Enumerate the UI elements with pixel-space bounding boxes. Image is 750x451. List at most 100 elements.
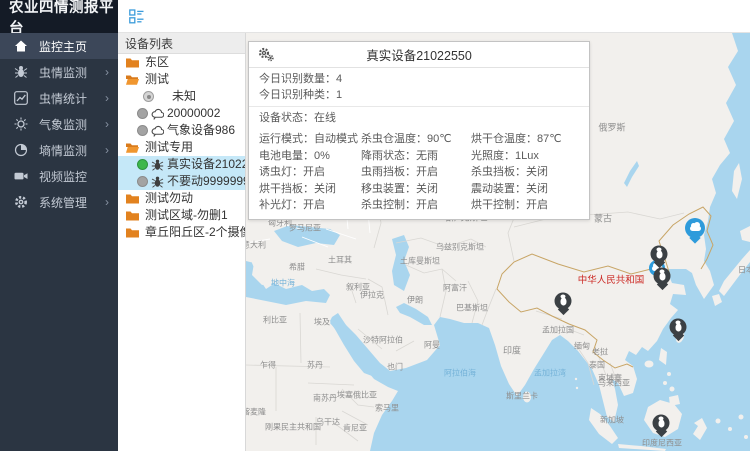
tree-folder[interactable]: 测试	[118, 71, 245, 88]
device-status: 设备状态：在线	[259, 110, 589, 126]
map-label-country: 喀麦隆	[246, 407, 266, 418]
stat-species: 今日识别种类：1	[259, 87, 589, 103]
folder-open-icon	[126, 74, 139, 85]
insect-device-marker[interactable]	[654, 268, 671, 285]
unknown-device-icon	[143, 91, 154, 102]
device-info-popup: 真实设备21022550 今日识别数量：4 今日识别种类：1 设备状态：在线 运…	[248, 41, 590, 220]
bug-icon	[659, 272, 665, 280]
popup-header: 真实设备21022550	[249, 42, 589, 68]
tree-device-selected[interactable]: 不要动99999999	[118, 173, 245, 190]
map-label-country: 巴基斯坦	[456, 303, 488, 314]
popup-title: 真实设备21022550	[366, 45, 472, 64]
map-label-country: 缅甸	[574, 341, 590, 352]
map-label-china: 中华人民共和国	[578, 272, 645, 286]
sidebar-item-soil-monitor[interactable]: 墒情监测	[0, 137, 118, 163]
tree-device[interactable]: 气象设备986	[118, 122, 245, 139]
map-label-country: 老挝	[592, 347, 608, 358]
tree-folder[interactable]: 测试专用	[118, 139, 245, 156]
popup-daily-stats: 今日识别数量：4 今日识别种类：1	[249, 68, 589, 107]
settings-cogs-icon[interactable]	[258, 47, 274, 62]
insect-device-marker[interactable]	[555, 293, 572, 310]
weather-device-marker[interactable]	[685, 218, 705, 238]
chart-icon	[14, 91, 28, 105]
tree-device[interactable]: 20000002	[118, 105, 245, 122]
map-label-country: 罗马尼亚	[289, 223, 321, 234]
grid-cell: 烘干控制：开启	[471, 197, 589, 214]
map-label-country: 斯里兰卡	[506, 391, 538, 402]
sidebar-item-system-settings[interactable]: 系统管理	[0, 189, 118, 215]
org-list-icon[interactable]	[129, 9, 144, 24]
tree-folder[interactable]: 章丘阳丘区-2个摄像头	[118, 224, 245, 241]
sun-icon	[14, 117, 28, 131]
globe-icon	[14, 143, 28, 157]
map-label-country: 乌兹别克斯坦	[436, 242, 484, 253]
tree-folder[interactable]: 测试区域-勿删1	[118, 207, 245, 224]
grid-cell: 杀虫控制：开启	[361, 197, 471, 214]
map-label-country: 叙利亚	[346, 282, 370, 293]
sidebar-item-monitor-home[interactable]: 监控主页	[0, 33, 118, 59]
grid-cell: 运行模式：自动模式	[259, 131, 361, 148]
map-label-country: 苏丹	[307, 360, 323, 371]
marker-tail	[672, 330, 683, 341]
tree-device[interactable]: 未知	[118, 88, 245, 105]
bug-icon	[658, 419, 664, 427]
marker-tail	[557, 304, 568, 315]
marker-tail	[655, 426, 666, 437]
grid-cell: 降雨状态：无雨	[361, 148, 471, 165]
device-list-panel: 设备列表 东区 测试 未知 20000002 气象设备986 测试专用	[118, 33, 246, 451]
app-window: 农业四情测报平台 监控主页	[0, 0, 750, 451]
grid-cell: 杀虫仓温度：90℃	[361, 131, 471, 148]
map-label-country: 孟加拉国	[542, 325, 574, 336]
map-label-country: 土库曼斯坦	[400, 256, 440, 267]
tree-device-selected[interactable]: 真实设备21022550	[118, 156, 245, 173]
map[interactable]: 俄罗斯蒙古哈萨克斯坦中华人民共和国乌兹别克斯坦土库曼斯坦阿富汗巴基斯坦伊朗伊拉克…	[246, 33, 750, 451]
bug-icon	[656, 250, 662, 258]
map-label-country: 日本	[738, 265, 750, 276]
map-label-country: 伊朗	[407, 295, 423, 306]
insect-device-marker[interactable]	[670, 319, 687, 336]
folder-open-icon	[126, 142, 139, 153]
grid-cell: 诱虫灯：开启	[259, 164, 361, 181]
marker-tail	[689, 232, 700, 243]
cloud-icon	[690, 226, 701, 231]
status-dot-offline	[137, 108, 148, 119]
map-label-country: 埃及	[314, 317, 330, 328]
popup-detail-grid: 运行模式：自动模式 杀虫仓温度：90℃ 烘干仓温度：87℃ 电池电量：0% 降雨…	[249, 129, 589, 219]
tree-folder[interactable]: 东区	[118, 54, 245, 71]
tree-folder[interactable]: 测试勿动	[118, 190, 245, 207]
video-camera-icon	[14, 169, 28, 183]
map-label-country: 土耳其	[328, 255, 352, 266]
chevron-right-icon	[105, 92, 109, 104]
sidebar-nav: 监控主页 虫情监测 虫情统计	[0, 33, 118, 451]
folder-closed-icon	[126, 193, 139, 204]
grid-cell: 杀虫挡板：关闭	[471, 164, 589, 181]
map-label-country: 乌干达	[316, 417, 340, 428]
map-label-country: 希腊	[289, 262, 305, 273]
map-label-country: 俄罗斯	[598, 121, 625, 134]
insect-device-marker[interactable]	[653, 415, 670, 432]
sidebar-item-weather-monitor[interactable]: 气象监测	[0, 111, 118, 137]
map-label-country: 也门	[387, 362, 403, 373]
map-label-country: 埃塞俄比亚	[337, 390, 377, 401]
map-label-country: 印度尼西亚	[642, 438, 682, 449]
map-label-country: 新加坡	[600, 415, 624, 426]
map-label-country: 意大利	[246, 240, 266, 251]
popup-device-status: 设备状态：在线	[249, 107, 589, 129]
sidebar-item-insect-monitor[interactable]: 虫情监测	[0, 59, 118, 85]
chevron-right-icon	[105, 66, 109, 78]
stat-count: 今日识别数量：4	[259, 71, 589, 87]
marker-tail	[656, 279, 667, 290]
sidebar-item-insect-stats[interactable]: 虫情统计	[0, 85, 118, 111]
grid-cell: 补光灯：开启	[259, 197, 361, 214]
map-label-country: 沙特阿拉伯	[363, 335, 403, 346]
map-label-water: 孟加拉湾	[534, 368, 566, 379]
map-label-country: 乍得	[260, 360, 276, 371]
sidebar-item-video-monitor[interactable]: 视频监控	[0, 163, 118, 189]
device-list-title: 设备列表	[118, 33, 245, 54]
grid-cell: 烘干挡板：关闭	[259, 181, 361, 198]
chevron-right-icon	[105, 118, 109, 130]
weather-device-icon	[151, 125, 164, 137]
grid-cell: 烘干仓温度：87℃	[471, 131, 589, 148]
map-label-country: 利比亚	[263, 315, 287, 326]
insect-device-marker[interactable]	[651, 246, 668, 263]
